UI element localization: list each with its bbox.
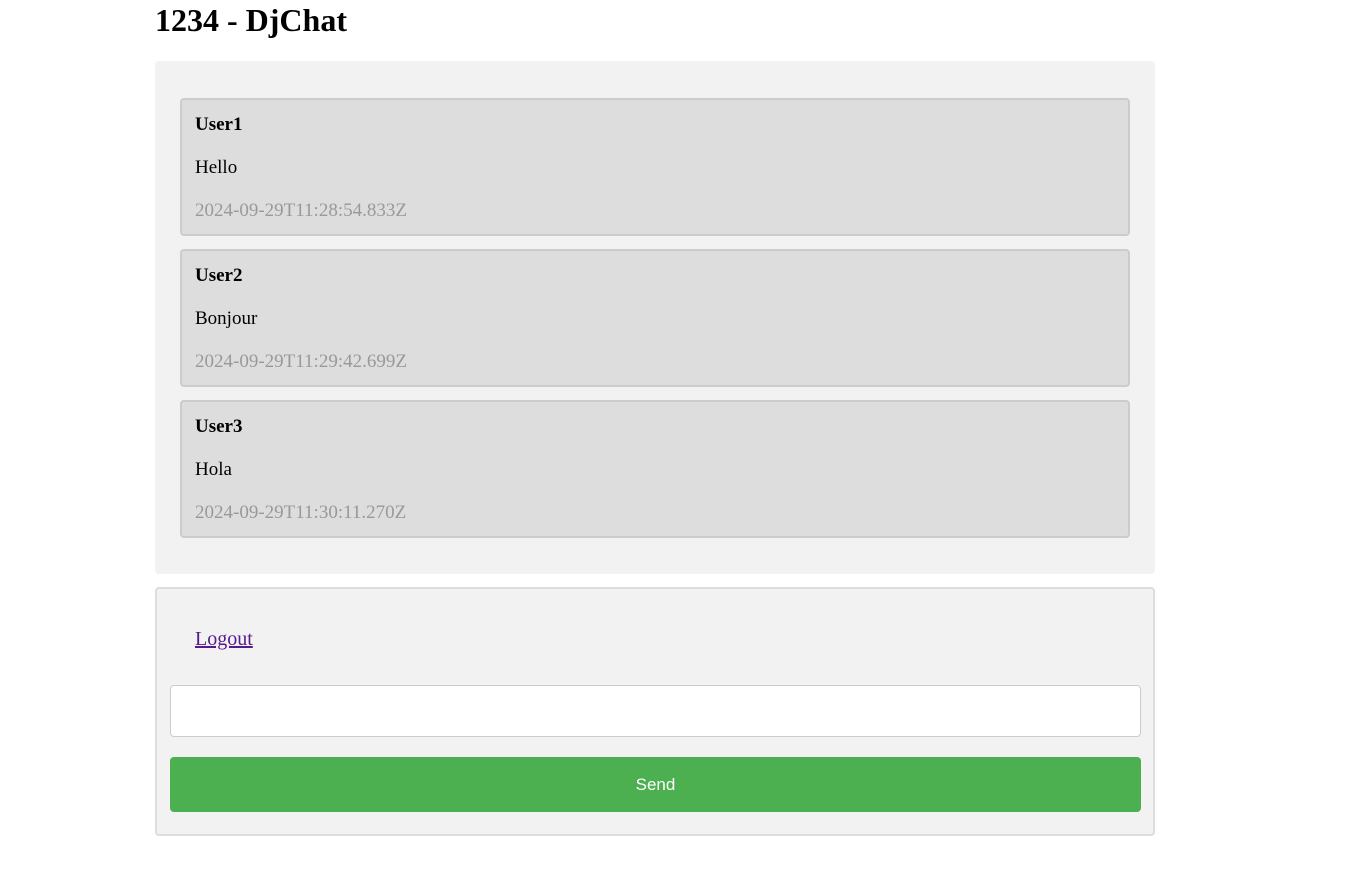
message-text: Hello xyxy=(195,157,238,178)
logout-link[interactable]: Logout xyxy=(195,627,253,651)
chat-log[interactable]: User1 Hello 2024-09-29T11:28:54.833Z Use… xyxy=(155,61,1155,574)
page-title: 1234 - DjChat xyxy=(155,2,347,38)
message-timestamp: 2024-09-29T11:29:42.699Z xyxy=(195,351,407,372)
message-text: Bonjour xyxy=(195,308,258,329)
message-timestamp: 2024-09-29T11:28:54.833Z xyxy=(195,200,407,221)
message-author: User3 xyxy=(195,416,243,437)
message-text: Hola xyxy=(195,459,232,480)
chat-message: User3 Hola 2024-09-29T11:30:11.270Z xyxy=(180,400,1130,538)
message-author: User2 xyxy=(195,265,243,286)
chat-controls: Logout Send xyxy=(155,587,1155,836)
message-input[interactable] xyxy=(170,685,1141,737)
message-author: User1 xyxy=(195,114,243,135)
send-button[interactable]: Send xyxy=(170,757,1141,812)
chat-message: User1 Hello 2024-09-29T11:28:54.833Z xyxy=(180,98,1130,236)
chat-message: User2 Bonjour 2024-09-29T11:29:42.699Z xyxy=(180,249,1130,387)
message-timestamp: 2024-09-29T11:30:11.270Z xyxy=(195,502,407,523)
